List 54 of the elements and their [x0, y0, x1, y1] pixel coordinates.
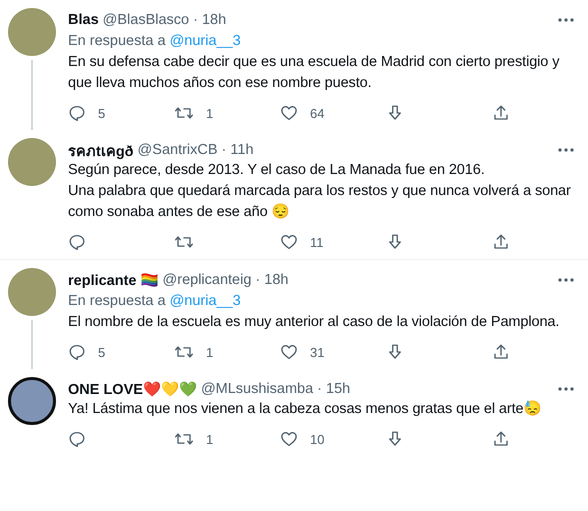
more-icon[interactable]	[558, 387, 574, 391]
heart-icon[interactable]	[280, 430, 298, 448]
retweet-count: 1	[206, 432, 214, 446]
heart-icon[interactable]	[280, 343, 298, 361]
download-arrow-icon[interactable]	[386, 430, 404, 448]
reply-context: En respuesta a	[68, 33, 166, 49]
display-name[interactable]: รคภtเคgð	[68, 138, 134, 162]
reply-count: 5	[98, 344, 106, 360]
timestamp[interactable]: 18h	[264, 272, 288, 288]
download-arrow-icon[interactable]	[386, 233, 404, 251]
display-name[interactable]: Blas	[68, 12, 99, 28]
avatar-photo-placeholder[interactable]	[8, 377, 56, 425]
share-icon[interactable]	[492, 343, 510, 361]
display-name[interactable]: replicante 🏳‍🌈	[68, 272, 159, 288]
separator-dot: ·	[222, 142, 226, 158]
share-icon[interactable]	[492, 233, 510, 251]
like-count: 64	[310, 106, 324, 120]
reply-icon[interactable]	[68, 343, 86, 361]
tweet-text: Ya! Lástima que nos vienen a la cabeza cosas menos gratas que el arte😓	[68, 400, 542, 419]
reply-count: 5	[98, 106, 106, 120]
user-handle[interactable]: @BlasBlasco	[102, 12, 190, 28]
separator-dot: ·	[255, 272, 260, 288]
like-count: 31	[310, 344, 324, 360]
separator-dot: ·	[317, 381, 322, 397]
display-name[interactable]: ONE LOVE❤💛💚	[68, 380, 197, 398]
user-handle[interactable]: @MLsushisamba	[200, 381, 314, 397]
user-handle[interactable]: @replicanteig	[162, 272, 252, 288]
like-count: 11	[310, 234, 324, 250]
share-icon[interactable]	[492, 104, 510, 122]
tweet-text: Según parece, desde 2013. Y el caso de La Manada fue en 2016. Una palabra que quedará marcada para los restos y que nunca volverá a sonar como sonaba antes de ese año 😔	[68, 161, 572, 222]
reply-context: En respuesta a	[68, 293, 166, 309]
separator-dot: ·	[193, 12, 198, 28]
timestamp[interactable]: 15h	[326, 381, 350, 397]
thread-line	[31, 320, 33, 369]
timestamp[interactable]: 18h	[202, 12, 226, 28]
user-handle[interactable]: @SantrixCB	[138, 142, 218, 158]
reply-icon[interactable]	[68, 104, 86, 122]
reply-icon[interactable]	[68, 430, 86, 448]
heart-icon[interactable]	[280, 233, 298, 251]
thread-line	[31, 60, 33, 130]
tweet-text: El nombre de la escuela es muy anterior al caso de la violación de Pamplona.	[68, 313, 560, 332]
like-count: 10	[310, 432, 324, 446]
retweet-count: 1	[206, 106, 214, 120]
more-icon[interactable]	[558, 148, 574, 152]
retweet-count: 1	[206, 344, 214, 360]
more-icon[interactable]	[558, 278, 574, 282]
more-icon[interactable]	[558, 18, 574, 22]
heart-icon[interactable]	[280, 104, 298, 122]
download-arrow-icon[interactable]	[386, 343, 404, 361]
share-icon[interactable]	[492, 430, 510, 448]
download-arrow-icon[interactable]	[386, 104, 404, 122]
reply-icon[interactable]	[68, 233, 86, 251]
timestamp[interactable]: 11h	[230, 142, 254, 158]
tweet-text: En su defensa cabe decir que es una escuela de Madrid con cierto prestigio y que lleva muchos años con ese nombre puesto.	[68, 53, 560, 93]
